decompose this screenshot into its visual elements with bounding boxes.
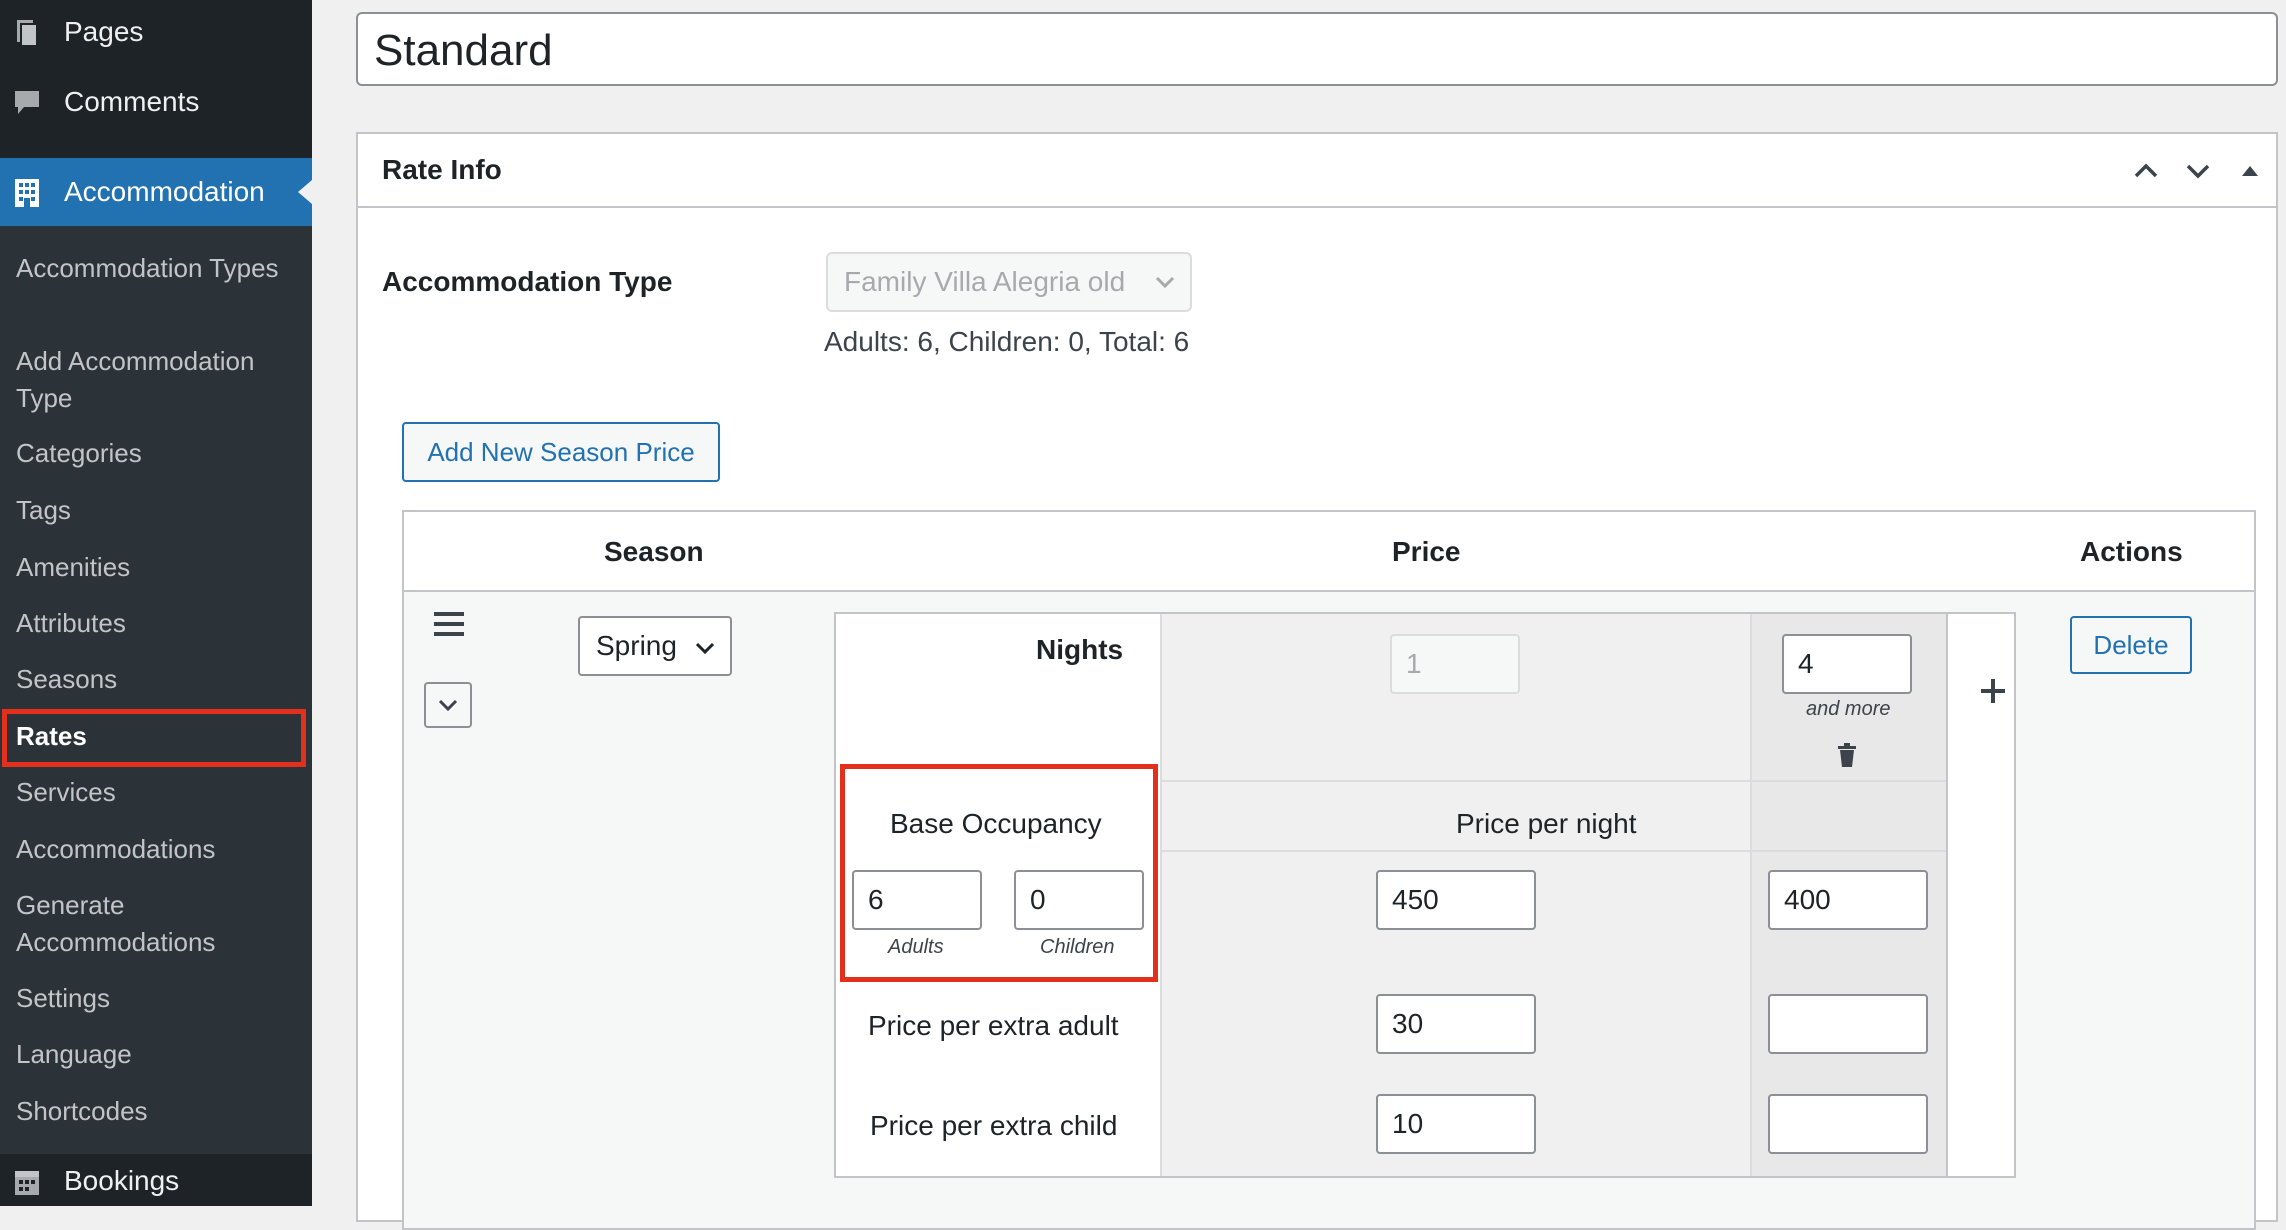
grid-divider (1160, 850, 1946, 852)
collapse-row-button[interactable] (424, 682, 472, 728)
chevron-down-icon (695, 642, 715, 655)
submenu-accommodation-types[interactable]: Accommodation Types (16, 250, 296, 287)
rates-highlight-box (2, 709, 306, 767)
rate-info-panel: Rate Info Accommodation Type Family Vill… (356, 132, 2278, 1230)
drag-handle-icon[interactable] (434, 612, 464, 636)
season-select[interactable]: Spring (578, 616, 732, 676)
grid-divider (1160, 780, 1946, 782)
grid-divider (1946, 614, 1948, 1176)
price-column-header: Price (1392, 536, 1461, 567)
extra-child-price-input-1[interactable]: 10 (1376, 1094, 1536, 1154)
price-per-night-input-2[interactable]: 400 (1768, 870, 1928, 930)
table-header: Season Price Actions (404, 512, 2254, 592)
extra-adult-label: Price per extra adult (868, 1010, 1119, 1041)
nights-label: Nights (1036, 634, 1124, 665)
panel-header: Rate Info (358, 134, 2276, 208)
submenu-tags[interactable]: Tags (16, 492, 296, 529)
menu-accommodation-label: Accommodation (64, 176, 265, 207)
price-per-night-input-1[interactable]: 450 (1376, 870, 1536, 930)
extra-child-label: Price per extra child (870, 1110, 1118, 1141)
extra-adult-price-input-2[interactable] (1768, 994, 1928, 1054)
price-grid: Nights 1 4 and more Base Occupancy Price… (834, 612, 2016, 1178)
add-new-season-price-button[interactable]: Add New Season Price (402, 422, 720, 482)
base-occupancy-highlight-box (840, 764, 1158, 982)
chevron-down-icon (438, 699, 458, 712)
submenu-add-accommodation-type[interactable]: Add Accommodation Type (16, 343, 296, 417)
season-column-header: Season (604, 536, 704, 567)
season-value: Spring (596, 630, 677, 661)
menu-pages-label: Pages (64, 16, 144, 47)
calendar-icon (15, 1171, 39, 1195)
add-nights-column-icon[interactable] (1978, 676, 2008, 706)
menu-comments[interactable]: Comments (0, 72, 312, 132)
panel-title: Rate Info (382, 154, 502, 185)
menu-comments-label: Comments (64, 86, 200, 117)
submenu-settings[interactable]: Settings (16, 980, 296, 1017)
menu-bookings[interactable]: Bookings (0, 1156, 312, 1206)
submenu-seasons[interactable]: Seasons (16, 661, 296, 698)
admin-sidebar: Pages Comments Accommodation Accommodati… (0, 0, 312, 1206)
grid-divider (1750, 614, 1752, 1176)
submenu-shortcodes[interactable]: Shortcodes (16, 1093, 296, 1130)
move-up-icon[interactable] (2128, 152, 2164, 188)
accommodation-type-label: Accommodation Type (382, 266, 673, 297)
menu-accommodation[interactable]: Accommodation (0, 158, 312, 226)
move-down-icon[interactable] (2180, 152, 2216, 188)
extra-child-price-input-2[interactable] (1768, 1094, 1928, 1154)
menu-bookings-label: Bookings (64, 1165, 180, 1196)
chevron-down-icon (1155, 276, 1175, 289)
accommodation-type-value: Family Villa Alegria old (844, 266, 1126, 297)
accommodation-type-select[interactable]: Family Villa Alegria old (826, 252, 1192, 312)
actions-column-header: Actions (2080, 536, 2183, 567)
season-prices-table: Season Price Actions Spring Nights 1 4 a… (402, 510, 2256, 1230)
comments-icon (15, 91, 39, 114)
rate-title-input[interactable]: Standard (356, 12, 2278, 86)
delete-season-button[interactable]: Delete (2070, 616, 2192, 674)
submenu-attributes[interactable]: Attributes (16, 605, 296, 642)
submenu-amenities[interactable]: Amenities (16, 549, 296, 586)
menu-pages[interactable]: Pages (0, 2, 312, 62)
building-icon (15, 179, 39, 207)
pages-icon (17, 20, 38, 47)
capacity-info: Adults: 6, Children: 0, Total: 6 (824, 326, 1190, 357)
submenu-categories[interactable]: Categories (16, 435, 296, 472)
extra-adult-price-input-1[interactable]: 30 (1376, 994, 1536, 1054)
submenu-generate-accommodations[interactable]: Generate Accommodations (16, 887, 296, 961)
toggle-panel-icon[interactable] (2232, 152, 2268, 188)
price-per-night-label: Price per night (1456, 808, 1637, 839)
submenu-accommodations[interactable]: Accommodations (16, 831, 296, 868)
trash-icon[interactable] (1836, 742, 1858, 768)
grid-divider (1160, 614, 1162, 1176)
nights-to-input[interactable]: 4 (1782, 634, 1912, 694)
and-more-caption: and more (1806, 698, 1891, 720)
submenu-services[interactable]: Services (16, 774, 296, 811)
submenu-language[interactable]: Language (16, 1036, 296, 1073)
nights-from-input[interactable]: 1 (1390, 634, 1520, 694)
